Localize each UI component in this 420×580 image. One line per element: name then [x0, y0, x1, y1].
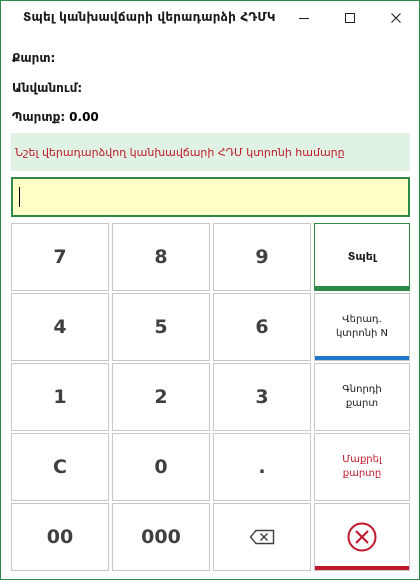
key-2-label: 2 [154, 386, 168, 408]
key-clear-label: C [53, 456, 67, 478]
minimize-button[interactable] [281, 1, 327, 35]
key-clear[interactable]: C [11, 433, 109, 501]
name-label: Անվանում: [12, 81, 83, 95]
receipt-number-label: Վերադ. կտրոնի N [335, 314, 389, 339]
key-5[interactable]: 5 [112, 293, 210, 361]
key-1[interactable]: 1 [11, 363, 109, 431]
instruction-text: Նշել վերադարձվող կանխավճարի ՀԴՄ կտրոնի հ… [15, 145, 345, 159]
balance-row: Պարտք: 0.00 [12, 110, 99, 124]
print-accent-bar [315, 286, 409, 290]
print-button[interactable]: Տպել [314, 223, 410, 291]
text-caret [19, 187, 20, 207]
key-decimal[interactable]: . [213, 433, 311, 501]
dialog-window: Տպել կանխավճարի վերադարձի ՀԴՄԿ Քարտ: Անվ… [0, 0, 420, 580]
key-2[interactable]: 2 [112, 363, 210, 431]
balance-value: 0.00 [69, 110, 99, 124]
key-0-label: 0 [154, 456, 168, 478]
key-3[interactable]: 3 [213, 363, 311, 431]
key-00-label: 00 [46, 526, 74, 548]
cancel-button[interactable] [314, 503, 410, 571]
key-decimal-label: . [258, 456, 266, 478]
key-4-label: 4 [53, 316, 67, 338]
key-000-label: 000 [141, 526, 181, 548]
name-row: Անվանում: [12, 81, 82, 95]
backspace-button[interactable] [213, 503, 311, 571]
maximize-icon [345, 13, 355, 23]
print-label: Տպել [347, 250, 377, 263]
receipt-number-accent-bar [315, 356, 409, 360]
key-6[interactable]: 6 [213, 293, 311, 361]
key-1-label: 1 [53, 386, 67, 408]
key-8-label: 8 [154, 246, 168, 268]
key-8[interactable]: 8 [112, 223, 210, 291]
receipt-number-input[interactable] [11, 177, 410, 217]
key-0[interactable]: 0 [112, 433, 210, 501]
card-label: Քարտ: [12, 51, 56, 65]
clear-card-button[interactable]: Մաքրել քարտը [314, 433, 410, 501]
balance-label: Պարտք: [12, 110, 66, 124]
key-00[interactable]: 00 [11, 503, 109, 571]
window-title: Տպել կանխավճարի վերադարձի ՀԴՄԿ [23, 10, 276, 24]
close-icon [391, 13, 401, 23]
customer-card-button[interactable]: Գնորդի քարտ [314, 363, 410, 431]
key-6-label: 6 [255, 316, 269, 338]
key-9[interactable]: 9 [213, 223, 311, 291]
cancel-circle-icon [347, 522, 377, 552]
customer-card-label: Գնորդի քարտ [342, 384, 382, 409]
title-bar: Տպել կանխավճարի վերադարձի ՀԴՄԿ [1, 1, 419, 35]
receipt-number-button[interactable]: Վերադ. կտրոնի N [314, 293, 410, 361]
instruction-banner: Նշել վերադարձվող կանխավճարի ՀԴՄ կտրոնի հ… [11, 133, 410, 171]
minimize-icon [299, 18, 309, 19]
cancel-accent-bar [315, 566, 409, 570]
key-000[interactable]: 000 [112, 503, 210, 571]
maximize-button[interactable] [327, 1, 373, 35]
key-4[interactable]: 4 [11, 293, 109, 361]
key-5-label: 5 [154, 316, 168, 338]
key-3-label: 3 [255, 386, 269, 408]
key-9-label: 9 [255, 246, 269, 268]
backspace-icon [249, 529, 275, 545]
card-row: Քարտ: [12, 51, 55, 65]
key-7-label: 7 [53, 246, 67, 268]
clear-card-label: Մաքրել քարտը [342, 454, 382, 479]
close-button[interactable] [373, 1, 419, 35]
key-7[interactable]: 7 [11, 223, 109, 291]
